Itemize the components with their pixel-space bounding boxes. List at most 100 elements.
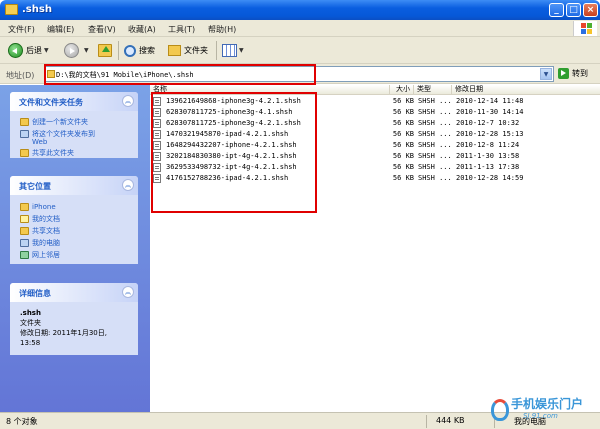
- folder-icon: [20, 203, 29, 211]
- place-iphone[interactable]: iPhone: [10, 201, 138, 213]
- computer-icon: [20, 239, 29, 247]
- file-type: SHSH ...: [418, 130, 452, 138]
- toolbar-separator: [118, 41, 119, 60]
- menu-view[interactable]: 查看(V): [88, 24, 116, 35]
- file-type: SHSH ...: [418, 108, 452, 116]
- file-modified: 2010-12-8 11:24: [456, 141, 520, 149]
- go-button[interactable]: 转到: [558, 68, 588, 79]
- file-modified: 2010-11-30 14:14: [456, 108, 524, 116]
- forward-arrow-icon: [64, 43, 79, 58]
- other-places-header[interactable]: 其它位置 ︽: [10, 176, 138, 195]
- column-type[interactable]: 类型: [414, 85, 452, 95]
- window-title: .shsh: [22, 4, 52, 15]
- details-type: 文件夹: [20, 319, 41, 327]
- place-label: 我的电脑: [32, 239, 60, 247]
- menu-favorites[interactable]: 收藏(A): [128, 24, 156, 35]
- folders-label: 文件夹: [184, 46, 208, 55]
- menu-file[interactable]: 文件(F): [8, 24, 35, 35]
- file-size: 56 KB: [392, 108, 414, 116]
- file-type: SHSH ...: [418, 163, 452, 171]
- file-size: 56 KB: [392, 163, 414, 171]
- go-arrow-icon: [558, 68, 569, 79]
- share-icon: [20, 149, 29, 157]
- file-modified: 2011-1-30 13:58: [456, 152, 520, 160]
- new-folder-icon: [20, 118, 29, 126]
- file-size: 56 KB: [392, 152, 414, 160]
- status-size: 444 KB: [436, 416, 465, 425]
- details-title: 详细信息: [19, 289, 51, 298]
- task-new-folder[interactable]: 创建一个新文件夹: [10, 116, 138, 128]
- chevron-down-icon[interactable]: ▼: [44, 47, 49, 54]
- chevron-down-icon[interactable]: ▼: [84, 47, 89, 54]
- task-pane: 文件和文件夹任务 ︽ 创建一个新文件夹 将这个文件夹发布到 Web 共享此文件夹…: [0, 85, 150, 412]
- menu-edit[interactable]: 编辑(E): [47, 24, 74, 35]
- status-count: 8 个对象: [6, 417, 38, 426]
- file-tasks-header[interactable]: 文件和文件夹任务 ︽: [10, 92, 138, 111]
- column-size[interactable]: 大小: [390, 85, 414, 95]
- menu-tools[interactable]: 工具(T): [168, 24, 195, 35]
- watermark-brand: 手机娱乐门户: [511, 397, 584, 411]
- place-my-documents[interactable]: 我的文档: [10, 213, 138, 225]
- search-button[interactable]: 搜索: [124, 41, 155, 60]
- address-label: 地址(D): [6, 71, 35, 80]
- details-name: .shsh: [20, 309, 41, 317]
- close-button[interactable]: ×: [583, 3, 598, 17]
- menu-help[interactable]: 帮助(H): [208, 24, 236, 35]
- chevron-down-icon[interactable]: ▼: [239, 47, 244, 54]
- title-bar: .shsh _ □ ×: [0, 0, 600, 20]
- column-modified[interactable]: 修改日期: [452, 85, 600, 95]
- collapse-icon[interactable]: ︽: [122, 179, 134, 191]
- views-grid-icon: [222, 44, 237, 57]
- file-size: 56 KB: [392, 130, 414, 138]
- collapse-icon[interactable]: ︽: [122, 286, 134, 298]
- task-share-folder[interactable]: 共享此文件夹: [10, 147, 138, 159]
- maximize-button[interactable]: □: [566, 3, 581, 17]
- task-label: 创建一个新文件夹: [32, 118, 88, 126]
- collapse-icon[interactable]: ︽: [122, 95, 134, 107]
- file-type: SHSH ...: [418, 141, 452, 149]
- 91-logo-icon: [491, 399, 509, 421]
- search-icon: [124, 44, 136, 57]
- toolbar: 后退 ▼ ▼ 搜索 文件夹 ▼: [0, 37, 600, 64]
- search-label: 搜索: [139, 46, 155, 55]
- task-label: Web: [32, 138, 48, 146]
- file-tasks-panel: 文件和文件夹任务 ︽ 创建一个新文件夹 将这个文件夹发布到 Web 共享此文件夹: [10, 92, 138, 158]
- forward-button[interactable]: ▼: [64, 41, 89, 60]
- folders-button[interactable]: 文件夹: [168, 41, 208, 60]
- up-button[interactable]: [98, 41, 112, 60]
- place-label: 网上邻居: [32, 251, 60, 259]
- watermark-url: SJ.91.com: [523, 412, 558, 420]
- file-modified: 2010-12-28 15:13: [456, 130, 524, 138]
- menu-bar: 文件(F) 编辑(E) 查看(V) 收藏(A) 工具(T) 帮助(H): [0, 20, 600, 37]
- go-label: 转到: [572, 69, 588, 78]
- file-modified: 2010-12-14 11:48: [456, 97, 524, 105]
- file-modified: 2010-12-28 14:59: [456, 174, 524, 182]
- views-button[interactable]: ▼: [222, 41, 244, 60]
- shared-folder-icon: [20, 227, 29, 235]
- details-header[interactable]: 详细信息 ︽: [10, 283, 138, 302]
- files-highlight-box: [151, 92, 317, 213]
- place-network[interactable]: 网上邻居: [10, 249, 138, 261]
- windows-logo-icon: [573, 21, 597, 36]
- details-modified-time: 13:58: [20, 339, 41, 347]
- file-type: SHSH ...: [418, 174, 452, 182]
- minimize-button[interactable]: _: [549, 3, 564, 17]
- address-highlight-box: [44, 64, 316, 85]
- back-arrow-icon: [8, 43, 23, 58]
- task-publish-web-cont[interactable]: Web: [10, 138, 138, 147]
- place-label: iPhone: [32, 203, 56, 211]
- status-separator: [426, 415, 427, 428]
- chevron-down-icon[interactable]: ▼: [540, 68, 552, 80]
- other-places-title: 其它位置: [19, 182, 51, 191]
- network-icon: [20, 251, 29, 259]
- place-label: 共享文档: [32, 227, 60, 235]
- file-tasks-title: 文件和文件夹任务: [19, 98, 83, 107]
- place-shared-documents[interactable]: 共享文档: [10, 225, 138, 237]
- task-label: 将这个文件夹发布到: [32, 130, 95, 138]
- details-modified: 修改日期: 2011年1月30日,: [20, 329, 107, 337]
- folder-up-icon: [98, 44, 112, 57]
- file-type: SHSH ...: [418, 152, 452, 160]
- place-my-computer[interactable]: 我的电脑: [10, 237, 138, 249]
- task-label: 共享此文件夹: [32, 149, 74, 157]
- back-button[interactable]: 后退 ▼: [8, 41, 49, 60]
